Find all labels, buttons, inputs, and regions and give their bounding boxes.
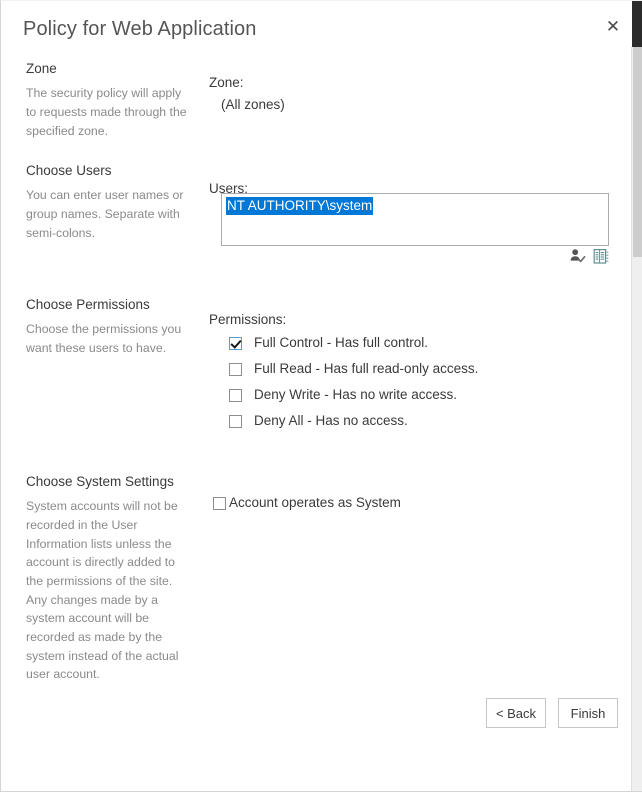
permissions-checkbox-list: Full Control - Has full control. Full Re… <box>229 335 569 439</box>
users-sidebar: Choose Users You can enter user names or… <box>26 163 191 242</box>
checkbox-icon[interactable] <box>213 497 226 510</box>
zone-sidebar: Zone The security policy will apply to r… <box>26 61 191 140</box>
system-side-title: Choose System Settings <box>26 474 174 489</box>
scrollbar-thumb[interactable] <box>633 47 642 257</box>
users-input[interactable]: NT AUTHORITY\system <box>221 193 609 246</box>
permission-label: Full Control - Has full control. <box>254 335 429 350</box>
page-scrollbar[interactable] <box>631 47 642 791</box>
back-button[interactable]: < Back <box>486 698 546 728</box>
zone-value: (All zones) <box>221 96 285 112</box>
checkbox-icon[interactable] <box>229 414 242 428</box>
system-sidebar: Choose System Settings System accounts w… <box>26 474 191 684</box>
address-book-icon[interactable] <box>591 246 612 266</box>
permission-full-control[interactable]: Full Control - Has full control. <box>229 335 569 352</box>
permission-label: Full Read - Has full read-only access. <box>254 360 479 376</box>
close-icon[interactable]: ✕ <box>600 13 626 39</box>
account-operates-as-system-label: Account operates as System <box>229 495 401 510</box>
users-input-actions <box>567 246 612 266</box>
permissions-field-label-wrap: Permissions: <box>209 311 286 329</box>
permission-label: Deny Write - Has no write access. <box>254 386 458 402</box>
account-operates-as-system-checkbox[interactable]: Account operates as System <box>213 495 401 512</box>
users-side-title: Choose Users <box>26 163 112 178</box>
permission-label: Deny All - Has no access. <box>254 412 408 428</box>
permissions-side-desc: Choose the permissions you want these us… <box>26 322 182 355</box>
dialog-footer: < Back Finish <box>486 698 618 728</box>
system-side-desc: System accounts will not be recorded in … <box>26 499 179 682</box>
policy-dialog: Policy for Web Application ✕ Zone The se… <box>0 0 642 792</box>
zone-label: Zone: <box>209 75 244 90</box>
permissions-sidebar: Choose Permissions Choose the permission… <box>26 297 191 358</box>
dialog-title-bar: Policy for Web Application ✕ <box>1 1 642 49</box>
zone-side-title: Zone <box>26 61 57 76</box>
permission-deny-all[interactable]: Deny All - Has no access. <box>229 413 569 430</box>
permissions-label: Permissions: <box>209 312 287 327</box>
permission-full-read[interactable]: Full Read - Has full read-only access. <box>229 361 569 378</box>
page-title: Policy for Web Application <box>23 18 257 40</box>
permission-deny-write[interactable]: Deny Write - Has no write access. <box>229 387 569 404</box>
finish-button[interactable]: Finish <box>558 698 618 728</box>
users-side-desc: You can enter user names or group names.… <box>26 188 184 240</box>
users-input-value: NT AUTHORITY\system <box>226 197 374 215</box>
check-names-icon[interactable] <box>567 246 588 266</box>
zone-field: Zone: (All zones) <box>209 74 285 113</box>
checkbox-icon[interactable] <box>229 362 242 376</box>
zone-side-desc: The security policy will apply to reques… <box>26 86 187 138</box>
checkbox-icon[interactable] <box>229 337 242 350</box>
permissions-side-title: Choose Permissions <box>26 297 150 312</box>
checkbox-icon[interactable] <box>229 388 242 402</box>
